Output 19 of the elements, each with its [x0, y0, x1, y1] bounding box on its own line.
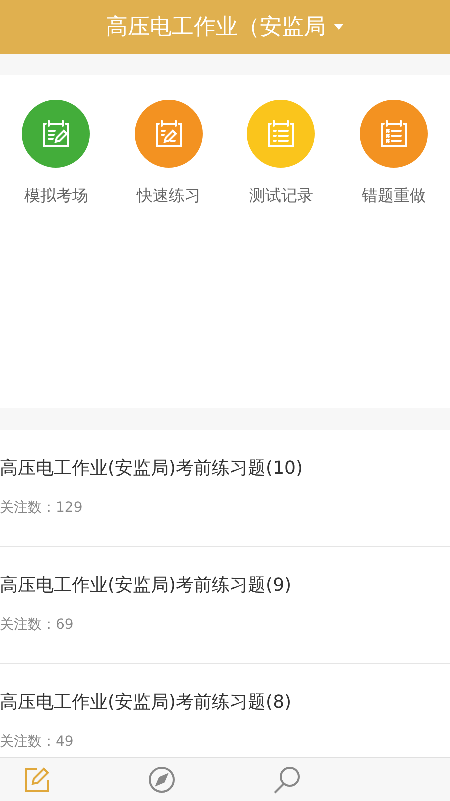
shortcut-label[interactable]: 测试记录: [249, 184, 314, 208]
follower-count: 关注数：49: [0, 733, 75, 752]
nav-tab[interactable]: [273, 766, 301, 794]
caret-icon[interactable]: [334, 24, 344, 30]
compass-icon: [148, 766, 176, 794]
paper-title: 高压电工作业(安监局)考前练习题(9): [0, 574, 293, 598]
nav-tab[interactable]: [23, 766, 51, 794]
paper-title: 高压电工作业(安监局)考前练习题(8): [0, 691, 293, 715]
edit-icon: [23, 766, 51, 794]
nav-tab[interactable]: [148, 766, 176, 794]
follower-count: 关注数：129: [0, 499, 84, 518]
paper-item[interactable]: 高压电工作业(安监局)考前练习题(9) 关注数：69: [0, 547, 450, 664]
shortcut-label[interactable]: 快速练习: [136, 184, 201, 208]
paper-title: 高压电工作业(安监局)考前练习题(10): [0, 457, 304, 481]
shortcut-label[interactable]: 模拟考场: [24, 184, 88, 208]
search-icon: [273, 766, 301, 794]
follower-count: 关注数：69: [0, 616, 75, 635]
shortcut-label[interactable]: 错题重做: [362, 184, 426, 208]
paper-item[interactable]: 高压电工作业(安监局)考前练习题(10) 关注数：129: [0, 430, 450, 547]
